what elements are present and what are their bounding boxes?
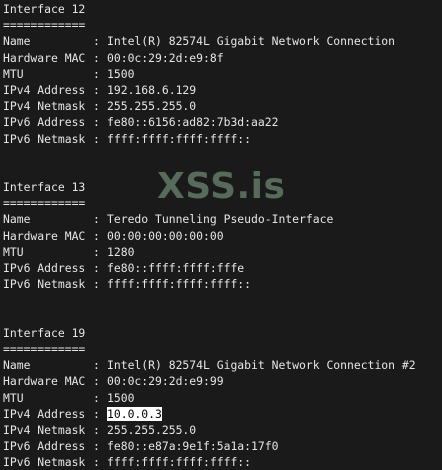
row-value: 1280 — [107, 244, 135, 259]
row-ipv6-netmask: IPv6 Netmask: ffff:ffff:ffff:ffff:: — [3, 277, 252, 292]
blank-lines — [0, 147, 442, 179]
row-value: Intel(R) 82574L Gigabit Network Connecti… — [107, 34, 396, 49]
row-value: 255.255.255.0 — [107, 99, 197, 114]
row-mtu: MTU:1280 — [3, 244, 135, 259]
interface-block: Interface 12 ============ Name: Intel(R) … — [0, 1, 442, 147]
header-underline: ============ — [3, 341, 86, 356]
header-underline: ============ — [3, 18, 86, 33]
row-ipv6-netmask: IPv6 Netmask: ffff:ffff:ffff:ffff:: — [3, 131, 252, 146]
row-hardware-mac: Hardware MAC:00:0c:29:2d:e9:99 — [3, 374, 224, 389]
interface-header: Interface 12 — [3, 2, 86, 16]
interface-block: Interface 13 ============ Name: Teredo Tu… — [0, 179, 442, 292]
row-name: Name: Intel(R) 82574L Gigabit Network Con… — [3, 358, 416, 373]
row-name: Name: Teredo Tunneling Pseudo-Interface — [3, 212, 334, 227]
row-mtu: MTU:1500 — [3, 390, 135, 405]
row-ipv4-netmask: IPv4 Netmask:255.255.255.0 — [3, 99, 197, 114]
row-value: ffff:ffff:ffff:ffff:: — [107, 455, 252, 470]
row-value: 00:0c:29:2d:e9:8f — [107, 50, 224, 65]
row-value: 1500 — [107, 390, 135, 405]
row-value: fe80::ffff:ffff:fffe — [107, 261, 245, 276]
row-value: Intel(R) 82574L Gigabit Network Connecti… — [107, 358, 416, 373]
row-ipv6-address: IPv6 Address: fe80::6156:ad82:7b3d:aa22 — [3, 115, 279, 130]
row-value: fe80::6156:ad82:7b3d:aa22 — [107, 115, 279, 130]
row-value: ffff:ffff:ffff:ffff:: — [107, 277, 252, 292]
blank-lines — [0, 292, 442, 324]
row-ipv4-netmask: IPv4 Netmask:255.255.255.0 — [3, 422, 197, 437]
row-ipv6-netmask: IPv6 Netmask: ffff:ffff:ffff:ffff:: — [3, 455, 252, 470]
row-value: 00:00:00:00:00:00 — [107, 228, 224, 243]
terminal-output: Interface 12 ============ Name: Intel(R) … — [0, 0, 442, 470]
interface-header: Interface 19 — [3, 325, 86, 340]
header-underline: ============ — [3, 196, 86, 211]
row-ipv6-address: IPv6 Address: fe80::e87a:9e1f:5a1a:17f0 — [3, 439, 279, 454]
row-value: Teredo Tunneling Pseudo-Interface — [107, 212, 334, 227]
row-value: 1500 — [107, 66, 135, 81]
row-ipv4-address: IPv4 Address:192.168.6.129 — [3, 82, 197, 97]
row-name: Name: Intel(R) 82574L Gigabit Network Con… — [3, 34, 396, 49]
interface-block: Interface 19 ============ Name: Intel(R) … — [0, 325, 442, 470]
row-value: 192.168.6.129 — [107, 82, 197, 97]
row-hardware-mac: Hardware MAC:00:00:00:00:00:00 — [3, 228, 224, 243]
row-value: 00:0c:29:2d:e9:99 — [107, 374, 224, 389]
row-mtu: MTU:1500 — [3, 66, 135, 81]
interface-header: Interface 13 — [3, 180, 86, 195]
row-value: ffff:ffff:ffff:ffff:: — [107, 131, 252, 146]
row-ipv4-address: IPv4 Address:10.0.0.3 — [3, 406, 162, 421]
row-ipv6-address: IPv6 Address: fe80::ffff:ffff:fffe — [3, 261, 245, 276]
row-value: fe80::e87a:9e1f:5a1a:17f0 — [107, 439, 279, 454]
selected-text-highlight[interactable]: 10.0.0.3 — [107, 406, 162, 421]
row-value: 255.255.255.0 — [107, 422, 197, 437]
row-hardware-mac: Hardware MAC:00:0c:29:2d:e9:8f — [3, 50, 224, 65]
